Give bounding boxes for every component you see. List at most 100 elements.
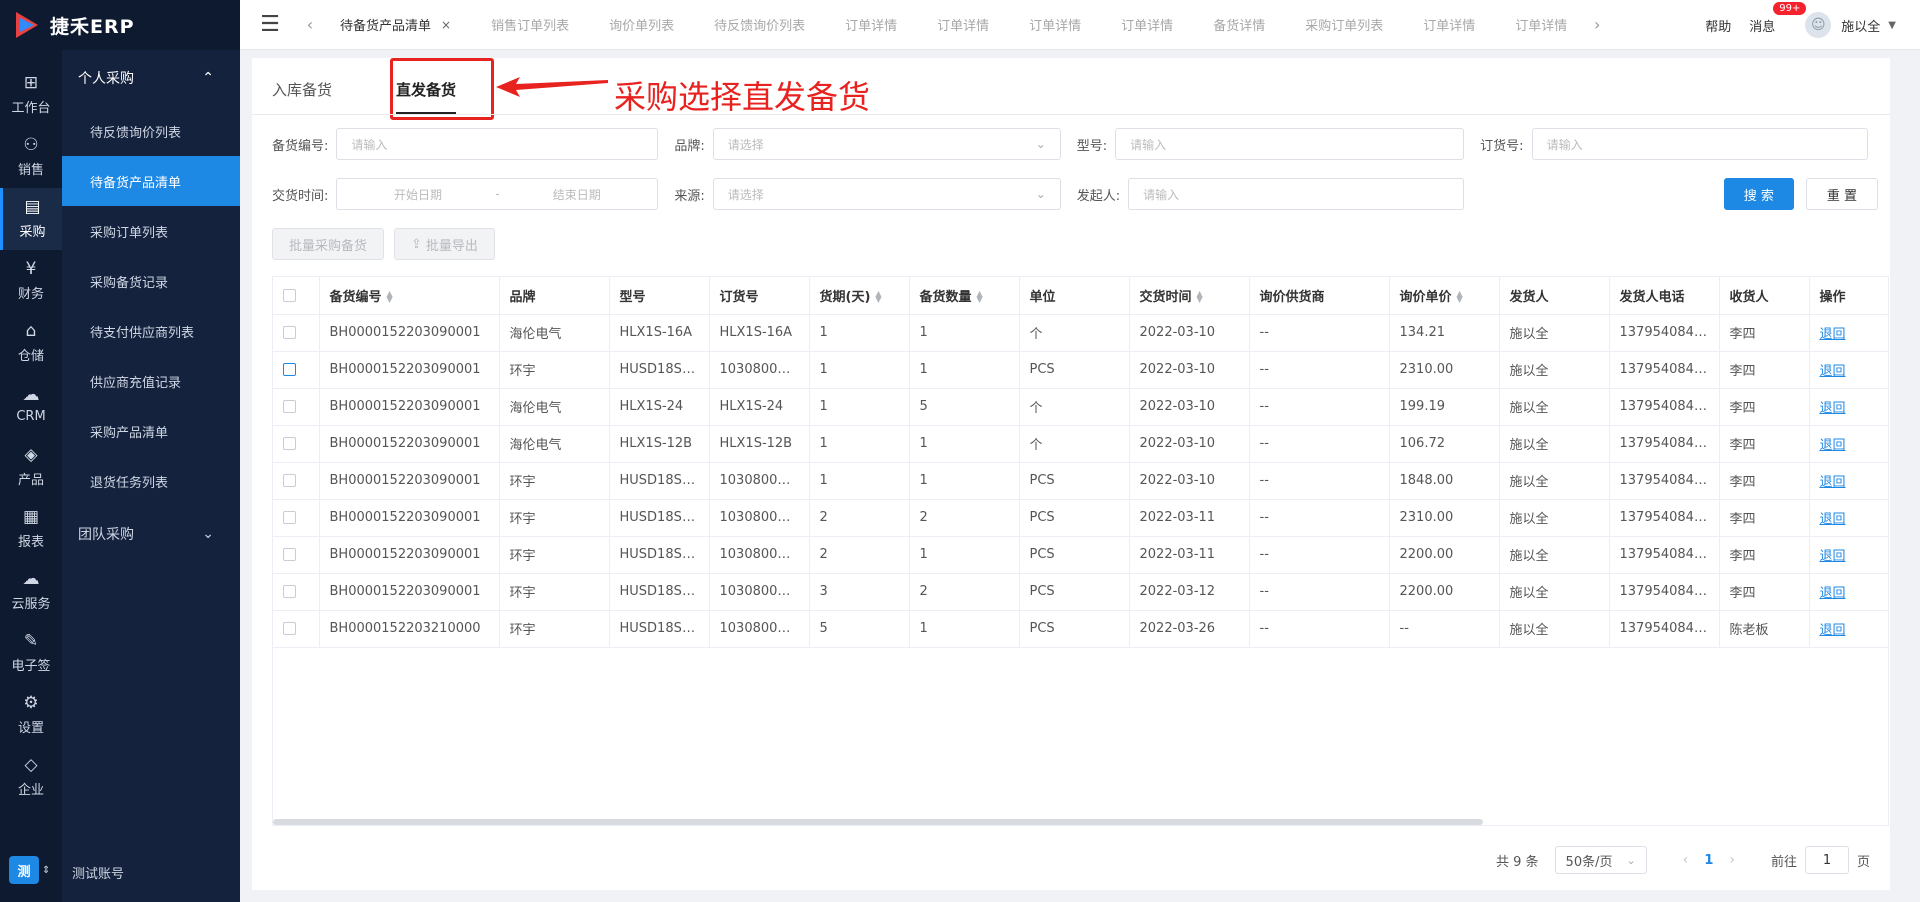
rail-item-7[interactable]: ▦ 报表 <box>0 498 62 560</box>
column-header[interactable]: 备货编号 ▲ ▼ <box>319 277 500 315</box>
sort-icon[interactable]: ▲ ▼ <box>1457 290 1463 304</box>
app-logo[interactable]: 捷禾ERP <box>0 0 240 50</box>
reset-button[interactable]: 重 置 <box>1805 178 1878 210</box>
open-tab[interactable]: 待反馈询价列表 <box>694 0 825 50</box>
table-cell: -- <box>1249 462 1390 500</box>
rail-bottom[interactable]: 测 ⇕ <box>9 856 50 884</box>
messages-link[interactable]: 消息 99+ <box>1749 1 1807 35</box>
row-checkbox[interactable] <box>283 622 296 635</box>
next-page-icon[interactable]: › <box>1729 852 1735 868</box>
source-select[interactable]: 请选择 ⌄ <box>712 178 1061 210</box>
brand-select[interactable]: 请选择 ⌄ <box>712 128 1061 160</box>
account-switch-icon[interactable]: ⇕ <box>42 865 50 876</box>
prev-page-icon[interactable]: ‹ <box>1683 852 1689 868</box>
open-tab[interactable]: 订单详情 <box>1403 0 1495 50</box>
return-link[interactable]: 退回 <box>1820 549 1846 564</box>
row-checkbox[interactable] <box>283 326 296 339</box>
column-header[interactable]: 交货时间 ▲ ▼ <box>1129 277 1250 315</box>
row-checkbox[interactable] <box>283 548 296 561</box>
return-link[interactable]: 退回 <box>1820 586 1846 601</box>
column-header-label: 询价供货商 <box>1259 289 1325 305</box>
open-tab[interactable]: 订单详情 <box>917 0 1009 50</box>
row-checkbox[interactable] <box>283 511 296 524</box>
open-tab[interactable]: 询价单列表 <box>589 0 694 50</box>
sort-icon[interactable]: ▲ ▼ <box>387 290 393 304</box>
tabs-prev-icon[interactable]: ‹ <box>300 15 320 34</box>
sort-icon[interactable]: ▲ ▼ <box>875 290 881 304</box>
open-tab[interactable]: 销售订单列表 <box>471 0 589 50</box>
initiator-input[interactable]: 请输入 <box>1128 178 1465 210</box>
rail-item-9[interactable]: ✎ 电子签 <box>0 622 62 684</box>
open-tab-label: 订单详情 <box>1029 19 1082 34</box>
column-header[interactable]: 备货数量 ▲ ▼ <box>909 277 1020 315</box>
user-name[interactable]: 施以全 <box>1841 16 1880 35</box>
submenu-item[interactable]: 采购产品清单 <box>62 406 240 456</box>
rail-item-5[interactable]: ☁ CRM <box>0 374 62 436</box>
open-tab[interactable]: 订单详情 <box>825 0 917 50</box>
submenu-item[interactable]: 待反馈询价列表 <box>62 106 240 156</box>
order-no-input[interactable]: 请输入 <box>1531 128 1868 160</box>
delivery-date-range[interactable]: 开始日期 - 结束日期 <box>336 178 659 210</box>
rail-item-0[interactable]: ⊞ 工作台 <box>0 64 62 126</box>
rail-item-3[interactable]: ¥ 财务 <box>0 250 62 312</box>
search-button[interactable]: 搜 索 <box>1723 178 1794 210</box>
return-link[interactable]: 退回 <box>1820 327 1846 342</box>
open-tab[interactable]: 采购订单列表 <box>1285 0 1403 50</box>
submenu-item[interactable]: 采购备货记录 <box>62 256 240 306</box>
account-badge[interactable]: 测 <box>9 856 39 884</box>
submenu-item[interactable]: 待备货产品清单 <box>62 156 240 206</box>
current-page[interactable]: 1 <box>1704 853 1713 868</box>
help-link[interactable]: 帮助 <box>1705 16 1731 35</box>
finance-icon: ¥ <box>25 259 37 279</box>
stock-no-input[interactable]: 请输入 <box>336 128 659 160</box>
rail-item-1[interactable]: ⚇ 销售 <box>0 126 62 188</box>
sort-icon[interactable]: ▲ ▼ <box>1197 290 1203 304</box>
goto-page-input[interactable]: 1 <box>1804 846 1849 874</box>
column-header[interactable]: 货期(天) ▲ ▼ <box>809 277 910 315</box>
open-tab[interactable]: 订单详情 <box>1009 0 1101 50</box>
row-checkbox[interactable] <box>283 400 296 413</box>
column-header[interactable]: 询价单价 ▲ ▼ <box>1389 277 1500 315</box>
return-link[interactable]: 退回 <box>1820 512 1846 527</box>
caret-down-icon[interactable]: ▼ <box>1888 20 1896 31</box>
rail-item-2[interactable]: ▤ 采购 <box>0 188 62 250</box>
table-cell: -- <box>1249 388 1390 426</box>
submenu-item[interactable]: 采购订单列表 <box>62 206 240 256</box>
open-tab[interactable]: 待备货产品清单 × <box>320 0 471 50</box>
rail-item-11[interactable]: ◇ 企业 <box>0 746 62 808</box>
page-size-select[interactable]: 50条/页 ⌄ <box>1554 846 1647 874</box>
rail-item-8[interactable]: ☁ 云服务 <box>0 560 62 622</box>
return-link[interactable]: 退回 <box>1820 623 1846 638</box>
row-checkbox[interactable] <box>283 363 296 376</box>
row-checkbox[interactable] <box>283 437 296 450</box>
tab-inbound-stock[interactable]: 入库备货 <box>272 79 332 114</box>
open-tab[interactable]: 备货详情 <box>1193 0 1285 50</box>
submenu-item[interactable]: 待支付供应商列表 <box>62 306 240 356</box>
row-checkbox[interactable] <box>283 474 296 487</box>
select-all-checkbox[interactable] <box>283 288 296 302</box>
return-link[interactable]: 退回 <box>1820 475 1846 490</box>
model-input[interactable]: 请输入 <box>1115 128 1465 160</box>
sort-icon[interactable]: ▲ ▼ <box>977 290 983 304</box>
submenu-group-team[interactable]: 团队采购 ⌄ <box>62 506 240 562</box>
open-tab[interactable]: 订单详情 <box>1495 0 1587 50</box>
menu-toggle-icon[interactable]: ☰ <box>240 0 300 50</box>
return-link[interactable]: 退回 <box>1820 364 1846 379</box>
account-name[interactable]: 测试账号 <box>72 863 124 882</box>
rail-item-4[interactable]: ⌂ 仓储 <box>0 312 62 374</box>
submenu-item[interactable]: 供应商充值记录 <box>62 356 240 406</box>
user-avatar[interactable]: ☺ <box>1805 12 1832 38</box>
batch-export-button[interactable]: ⇪ 批量导出 <box>394 228 495 260</box>
return-link[interactable]: 退回 <box>1820 401 1846 416</box>
rail-item-10[interactable]: ⚙ 设置 <box>0 684 62 746</box>
rail-item-6[interactable]: ◈ 产品 <box>0 436 62 498</box>
tabs-next-icon[interactable]: › <box>1587 15 1607 34</box>
batch-stock-button[interactable]: 批量采购备货 <box>272 228 385 260</box>
submenu-item[interactable]: 退货任务列表 <box>62 456 240 506</box>
submenu-group-personal[interactable]: 个人采购 ⌃ <box>62 50 240 106</box>
horizontal-scrollbar[interactable] <box>273 819 1483 825</box>
row-checkbox[interactable] <box>283 585 296 598</box>
return-link[interactable]: 退回 <box>1820 438 1846 453</box>
close-icon[interactable]: × <box>441 18 451 32</box>
open-tab[interactable]: 订单详情 <box>1101 0 1193 50</box>
